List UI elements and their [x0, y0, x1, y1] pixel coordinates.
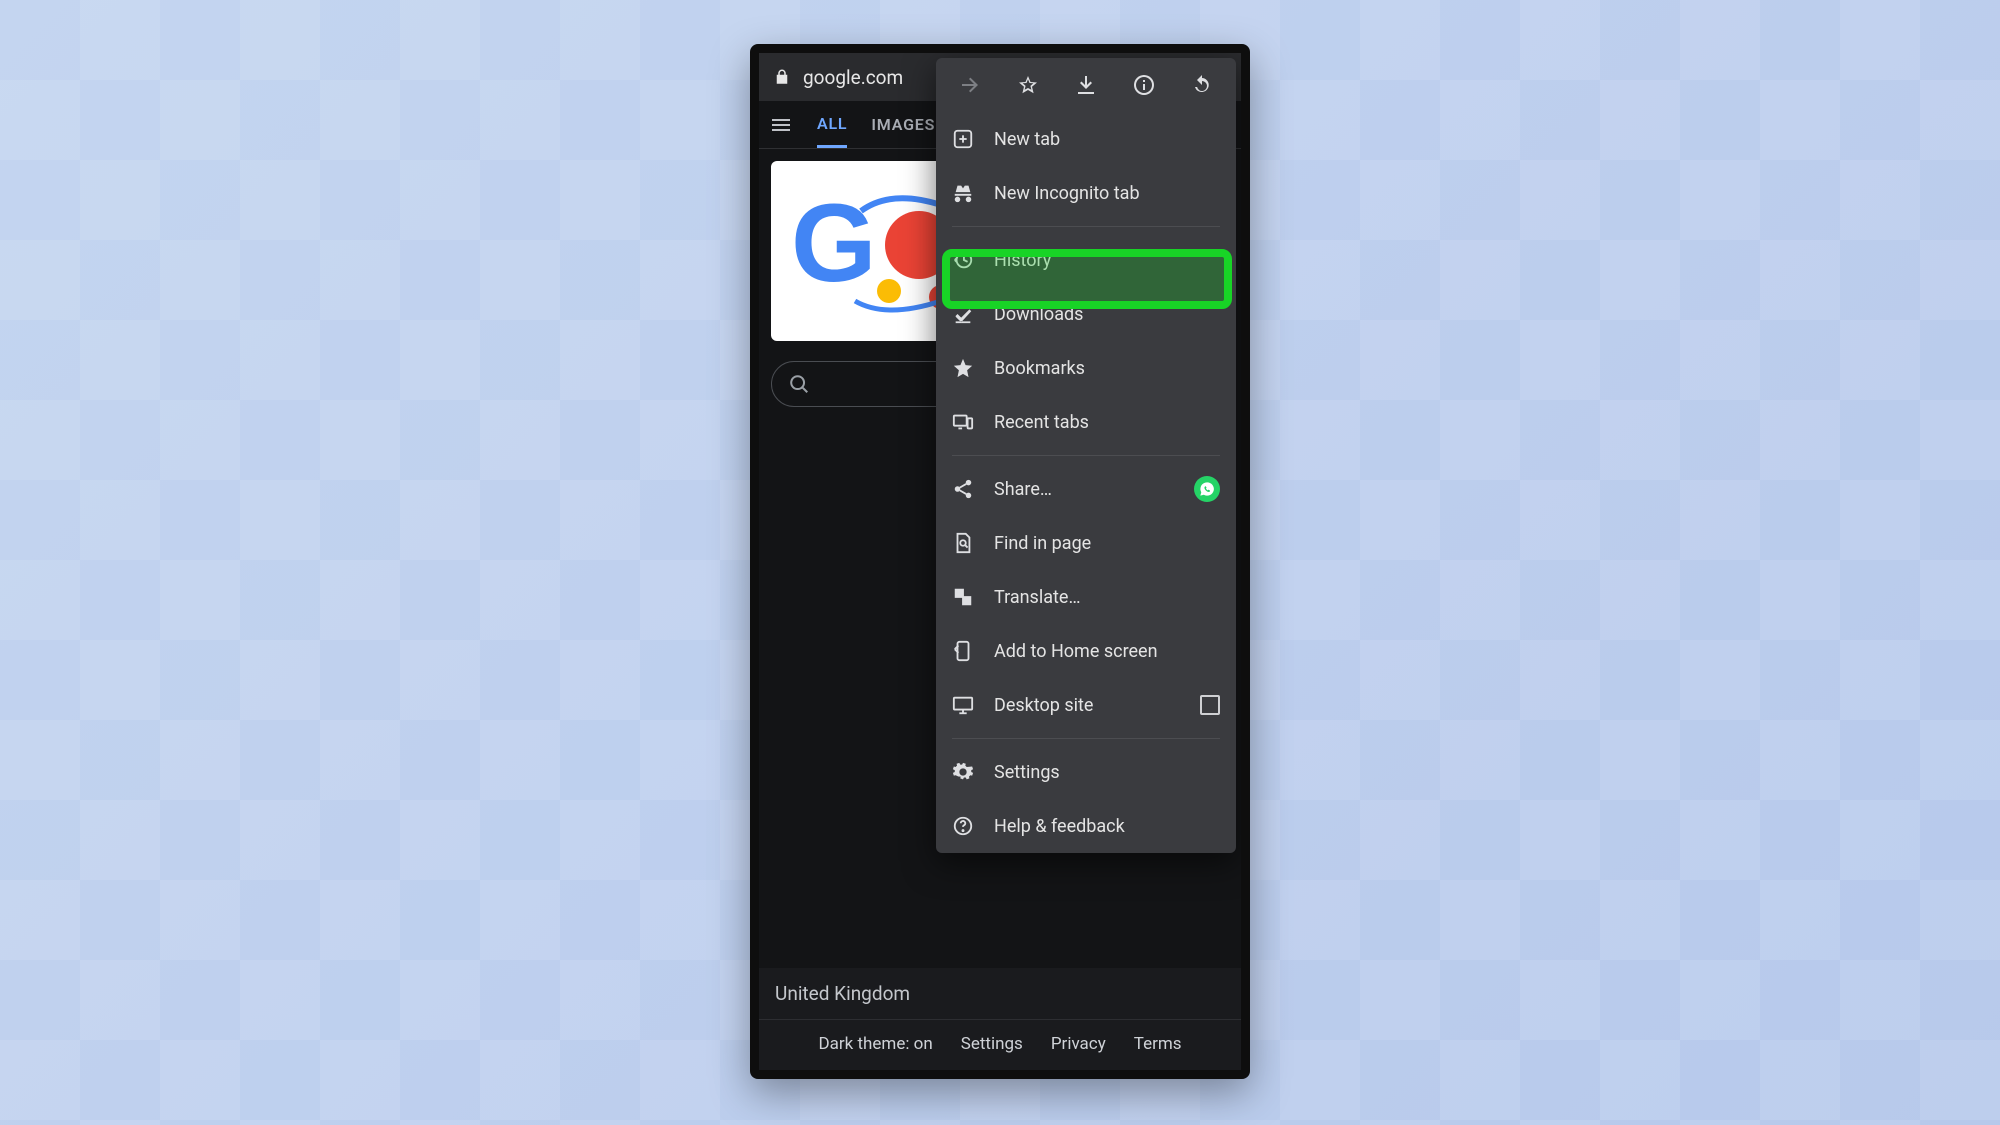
footer-dark-theme[interactable]: Dark theme: on	[818, 1034, 932, 1054]
menu-share[interactable]: Share…	[936, 462, 1236, 516]
reload-button[interactable]	[1182, 65, 1222, 105]
star-outline-icon	[1016, 73, 1040, 97]
menu-icon-row	[936, 58, 1236, 112]
refresh-icon	[1190, 73, 1214, 97]
menu-separator	[952, 738, 1220, 739]
arrow-forward-icon	[958, 73, 982, 97]
lock-icon	[773, 68, 791, 86]
star-icon	[952, 357, 974, 379]
menu-add-home[interactable]: Add to Home screen	[936, 624, 1236, 678]
phone-screen: google.com ALL IMAGES G United Kingdo	[759, 53, 1241, 1070]
menu-new-tab[interactable]: New tab	[936, 112, 1236, 166]
bookmark-star-button[interactable]	[1008, 65, 1048, 105]
new-tab-icon	[952, 128, 974, 150]
page-footer: United Kingdom Dark theme: on Settings P…	[759, 968, 1241, 1070]
menu-bookmarks[interactable]: Bookmarks	[936, 341, 1236, 395]
download-button[interactable]	[1066, 65, 1106, 105]
menu-desktop-site[interactable]: Desktop site	[936, 678, 1236, 732]
menu-translate[interactable]: Translate…	[936, 570, 1236, 624]
tab-images[interactable]: IMAGES	[871, 101, 935, 148]
footer-privacy[interactable]: Privacy	[1051, 1034, 1106, 1054]
desktop-icon	[952, 694, 974, 716]
footer-region: United Kingdom	[759, 968, 1241, 1020]
menu-help[interactable]: Help & feedback	[936, 799, 1236, 853]
incognito-icon	[952, 182, 974, 204]
menu-separator	[952, 226, 1220, 227]
devices-icon	[952, 411, 974, 433]
find-in-page-icon	[952, 532, 974, 554]
info-icon	[1132, 73, 1156, 97]
help-icon	[952, 815, 974, 837]
footer-settings[interactable]: Settings	[961, 1034, 1023, 1054]
menu-settings[interactable]: Settings	[936, 745, 1236, 799]
download-done-icon	[952, 303, 974, 325]
download-icon	[1074, 73, 1098, 97]
translate-icon	[952, 586, 974, 608]
chrome-overflow-menu: New tab New Incognito tab History Downlo…	[936, 58, 1236, 853]
info-button[interactable]	[1124, 65, 1164, 105]
menu-downloads[interactable]: Downloads	[936, 287, 1236, 341]
forward-button[interactable]	[950, 65, 990, 105]
menu-incognito[interactable]: New Incognito tab	[936, 166, 1236, 220]
phone-frame: google.com ALL IMAGES G United Kingdo	[750, 44, 1250, 1079]
menu-recent-tabs[interactable]: Recent tabs	[936, 395, 1236, 449]
desktop-site-checkbox[interactable]	[1200, 695, 1220, 715]
whatsapp-icon	[1194, 476, 1220, 502]
svg-text:G: G	[791, 182, 877, 305]
gear-icon	[952, 761, 974, 783]
history-icon	[952, 249, 974, 271]
hamburger-icon[interactable]	[769, 113, 793, 137]
footer-links: Dark theme: on Settings Privacy Terms	[759, 1020, 1241, 1070]
address-url: google.com	[803, 66, 903, 89]
menu-separator	[952, 455, 1220, 456]
add-to-home-icon	[952, 640, 974, 662]
footer-terms[interactable]: Terms	[1134, 1034, 1182, 1054]
tab-all[interactable]: ALL	[817, 101, 847, 148]
menu-find-in-page[interactable]: Find in page	[936, 516, 1236, 570]
search-icon	[788, 373, 810, 395]
share-icon	[952, 478, 974, 500]
menu-history[interactable]: History	[936, 233, 1236, 287]
